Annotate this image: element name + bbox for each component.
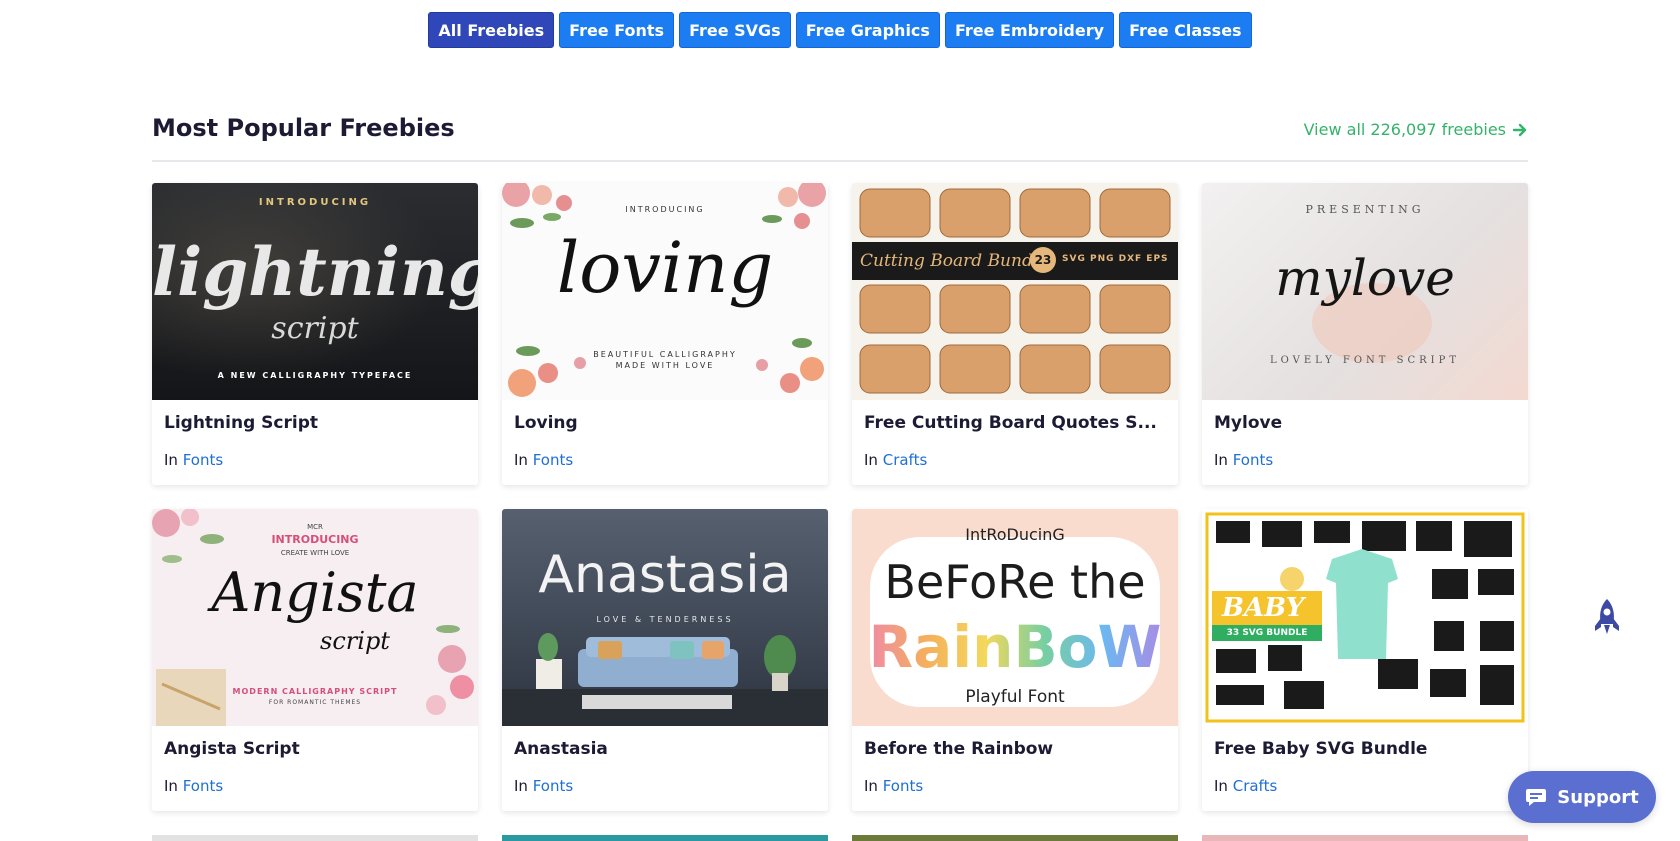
category-link[interactable]: Fonts: [533, 451, 573, 469]
card-title[interactable]: Free Baby SVG Bundle: [1214, 739, 1514, 759]
next-row-card-peek: [502, 835, 828, 841]
category-link[interactable]: Fonts: [1233, 451, 1273, 469]
art-bottom-text: Playful Font: [965, 687, 1065, 707]
category-prefix: In: [164, 451, 178, 469]
art-top-text: INTRODUCING: [271, 533, 359, 546]
next-row-card-peek: [152, 835, 478, 841]
art-main-text: lightning: [152, 233, 478, 311]
art-bottom-text: LOVELY FONT SCRIPT: [1269, 355, 1461, 366]
category-link[interactable]: Fonts: [183, 777, 223, 795]
art-main-text: loving: [556, 227, 774, 309]
view-all-freebies-link[interactable]: View all 226,097 freebies: [1304, 120, 1528, 139]
category-prefix: In: [164, 777, 178, 795]
freebie-thumbnail[interactable]: INTRODUCING lightning script A NEW CALLI…: [152, 183, 478, 400]
art-bottom-text: A NEW CALLIGRAPHY TYPEFACE: [217, 371, 413, 380]
art-top-text: INTRODUCING: [258, 197, 372, 208]
card-category: In Fonts: [164, 777, 223, 795]
freebie-thumbnail[interactable]: Cutting Board Bundle 23 SVG PNG DXF EPS: [852, 183, 1178, 400]
freebie-thumbnail[interactable]: INTRODUCING loving BEAUTIFUL CALLIGRAPHY…: [502, 183, 828, 400]
tab-free-classes[interactable]: Free Classes: [1119, 12, 1252, 48]
card-title[interactable]: Free Cutting Board Quotes S...: [864, 413, 1164, 433]
category-link[interactable]: Crafts: [1233, 777, 1278, 795]
art-bottom-text: MODERN CALLIGRAPHY SCRIPT: [232, 687, 398, 696]
tab-free-graphics[interactable]: Free Graphics: [795, 12, 940, 48]
bundle-badge-sub: 33 SVG BUNDLE: [1212, 625, 1322, 641]
freebie-card[interactable]: INTRODUCING lightning script A NEW CALLI…: [152, 183, 478, 485]
art-bottom-text-2: MADE WITH LOVE: [615, 361, 715, 370]
card-category: In Fonts: [864, 777, 923, 795]
art-main-text: Anastasia: [538, 545, 792, 605]
freebie-card[interactable]: BABY 33 SVG BUNDLE Free Baby SVG Bundle …: [1202, 509, 1528, 811]
arrow-right-icon: [1512, 123, 1527, 136]
banner-text: Cutting Board Bundle: [860, 251, 1049, 271]
category-link[interactable]: Crafts: [883, 451, 928, 469]
art-sub-text: script: [320, 627, 390, 655]
art-top-text-2: CREATE WITH LOVE: [280, 549, 350, 557]
support-label: Support: [1557, 786, 1639, 808]
category-prefix: In: [1214, 451, 1228, 469]
category-prefix: In: [864, 777, 878, 795]
card-title[interactable]: Angista Script: [164, 739, 464, 759]
freebie-thumbnail[interactable]: BABY 33 SVG BUNDLE: [1202, 509, 1528, 726]
card-title[interactable]: Loving: [514, 413, 814, 433]
rocket-icon[interactable]: [1592, 598, 1622, 636]
art-top-text: INTRODUCING: [625, 205, 705, 214]
category-prefix: In: [864, 451, 878, 469]
card-category: In Fonts: [1214, 451, 1273, 469]
category-link[interactable]: Fonts: [183, 451, 223, 469]
art-main-text: mylove: [1275, 249, 1455, 307]
card-category: In Fonts: [164, 451, 223, 469]
card-title[interactable]: Before the Rainbow: [864, 739, 1164, 759]
art-main-text: BeFoRe the: [884, 555, 1146, 609]
freebie-card[interactable]: IntRoDucinG BeFoRe the RainBoW Playful F…: [852, 509, 1178, 811]
freebie-thumbnail[interactable]: IntRoDucinG BeFoRe the RainBoW Playful F…: [852, 509, 1178, 726]
card-category: In Fonts: [514, 451, 573, 469]
art-top-text: IntRoDucinG: [965, 525, 1065, 544]
freebie-card[interactable]: Cutting Board Bundle 23 SVG PNG DXF EPS …: [852, 183, 1178, 485]
category-link[interactable]: Fonts: [883, 777, 923, 795]
freebie-card[interactable]: Anastasia LOVE & TENDERNESS Anastasia In…: [502, 509, 828, 811]
category-link[interactable]: Fonts: [533, 777, 573, 795]
freebie-thumbnail[interactable]: PRESENTING mylove LOVELY FONT SCRIPT: [1202, 183, 1528, 400]
rainbow-word: RainBoW: [868, 613, 1162, 681]
section-title: Most Popular Freebies: [152, 114, 455, 142]
cutting-board-grid: [852, 188, 1178, 394]
card-category: In Crafts: [864, 451, 927, 469]
support-button[interactable]: Support: [1508, 771, 1656, 823]
category-prefix: In: [514, 777, 528, 795]
card-title[interactable]: Lightning Script: [164, 413, 464, 433]
art-sub-text: script: [271, 311, 359, 346]
next-row-card-peek: [1202, 835, 1528, 841]
card-title[interactable]: Anastasia: [514, 739, 814, 759]
freebie-category-tabs: All Freebies Free Fonts Free SVGs Free G…: [0, 12, 1680, 48]
tab-free-embroidery[interactable]: Free Embroidery: [944, 12, 1115, 48]
art-bottom-text: BEAUTIFUL CALLIGRAPHY: [593, 350, 737, 359]
art-brand-text: MCR: [307, 523, 323, 531]
bundle-badge: BABY: [1212, 591, 1322, 625]
category-prefix: In: [514, 451, 528, 469]
tab-free-svgs[interactable]: Free SVGs: [679, 12, 791, 48]
card-category: In Fonts: [514, 777, 573, 795]
art-rainbow-text: RainBoW: [852, 613, 1178, 681]
card-title[interactable]: Mylove: [1214, 413, 1514, 433]
bundle-count-badge: 23: [1030, 247, 1056, 273]
freebie-card[interactable]: PRESENTING mylove LOVELY FONT SCRIPT Myl…: [1202, 183, 1528, 485]
art-main-text: Angista: [211, 561, 419, 624]
freebie-card[interactable]: INTRODUCING loving BEAUTIFUL CALLIGRAPHY…: [502, 183, 828, 485]
next-row-card-peek: [852, 835, 1178, 841]
view-all-label: View all 226,097 freebies: [1303, 120, 1506, 139]
freebie-thumbnail[interactable]: Anastasia LOVE & TENDERNESS: [502, 509, 828, 726]
art-top-text: PRESENTING: [1305, 203, 1425, 216]
freebie-card[interactable]: MCR INTRODUCING CREATE WITH LOVE Angista…: [152, 509, 478, 811]
section-header: Most Popular Freebies View all 226,097 f…: [152, 114, 1528, 162]
formats-text: SVG PNG DXF EPS: [1062, 254, 1169, 264]
art-sub-text: LOVE & TENDERNESS: [596, 615, 734, 624]
category-prefix: In: [1214, 777, 1228, 795]
art-bottom-text-2: FOR ROMANTIC THEMES: [268, 699, 362, 706]
tab-free-fonts[interactable]: Free Fonts: [559, 12, 675, 48]
tab-all-freebies[interactable]: All Freebies: [428, 12, 555, 48]
freebie-thumbnail[interactable]: MCR INTRODUCING CREATE WITH LOVE Angista…: [152, 509, 478, 726]
card-category: In Crafts: [1214, 777, 1277, 795]
chat-bubble-icon: [1526, 789, 1547, 806]
